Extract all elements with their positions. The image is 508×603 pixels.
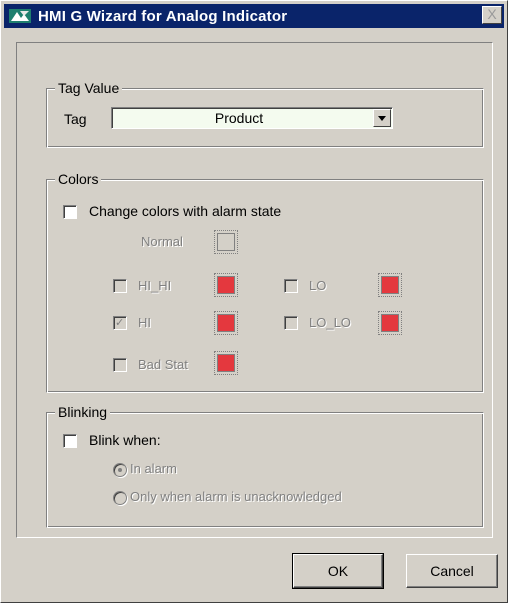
app-icon (9, 9, 31, 23)
radio-selected-dot (118, 468, 122, 472)
blinking-group: Blinking (46, 403, 484, 528)
tag-label: Tag (64, 111, 87, 127)
title-bar[interactable]: HMI G Wizard for Analog Indicator X (4, 4, 504, 28)
hi-checkbox[interactable]: ✓ (113, 316, 127, 330)
lo-lo-color-swatch[interactable] (378, 311, 402, 335)
hi-color-swatch[interactable] (214, 311, 238, 335)
change-colors-checkbox[interactable] (63, 205, 77, 219)
hi-label: HI (138, 315, 151, 330)
normal-label: Normal (141, 234, 183, 249)
hi-hi-color-swatch[interactable] (214, 273, 238, 297)
checkmark-icon: ✓ (115, 317, 125, 329)
hi-hi-label: HI_HI (138, 278, 172, 293)
hi-hi-color-fill (217, 276, 235, 294)
bad-stat-label: Bad Stat (138, 357, 188, 372)
unacknowledged-radio[interactable] (113, 491, 127, 505)
colors-legend: Colors (55, 170, 102, 188)
blink-when-label[interactable]: Blink when: (89, 431, 161, 449)
lo-lo-color-fill (381, 314, 399, 332)
close-button[interactable]: X (482, 6, 502, 24)
ok-button[interactable]: OK (292, 553, 384, 589)
tag-dropdown[interactable]: Product (111, 107, 393, 129)
bad-stat-checkbox[interactable] (113, 358, 127, 372)
in-alarm-radio[interactable] (113, 463, 127, 477)
lo-label: LO (309, 278, 327, 293)
change-colors-label[interactable]: Change colors with alarm state (89, 202, 281, 220)
lo-color-fill (381, 276, 399, 294)
wizard-dialog: HMI G Wizard for Analog Indicator X Tag … (0, 0, 508, 603)
chevron-down-icon (378, 116, 386, 121)
bad-stat-color-fill (217, 354, 235, 372)
window-title: HMI G Wizard for Analog Indicator (38, 7, 288, 25)
blink-when-checkbox[interactable] (63, 434, 77, 448)
lo-checkbox[interactable] (284, 279, 298, 293)
hi-hi-checkbox[interactable] (113, 279, 127, 293)
in-alarm-label: In alarm (130, 461, 177, 476)
close-icon: X (487, 6, 497, 22)
lo-lo-label: LO_LO (309, 315, 351, 330)
unacknowledged-label: Only when alarm is unacknowledged (130, 489, 342, 504)
dropdown-button[interactable] (373, 109, 391, 127)
lo-color-swatch[interactable] (378, 273, 402, 297)
cancel-button[interactable]: Cancel (406, 554, 498, 588)
bad-stat-color-swatch[interactable] (214, 351, 238, 375)
tag-value-legend: Tag Value (55, 79, 123, 97)
lo-lo-checkbox[interactable] (284, 316, 298, 330)
tag-selected-value: Product (214, 110, 264, 126)
normal-color-fill (217, 233, 235, 251)
normal-color-swatch[interactable] (214, 230, 238, 254)
hi-color-fill (217, 314, 235, 332)
blinking-legend: Blinking (55, 403, 111, 421)
